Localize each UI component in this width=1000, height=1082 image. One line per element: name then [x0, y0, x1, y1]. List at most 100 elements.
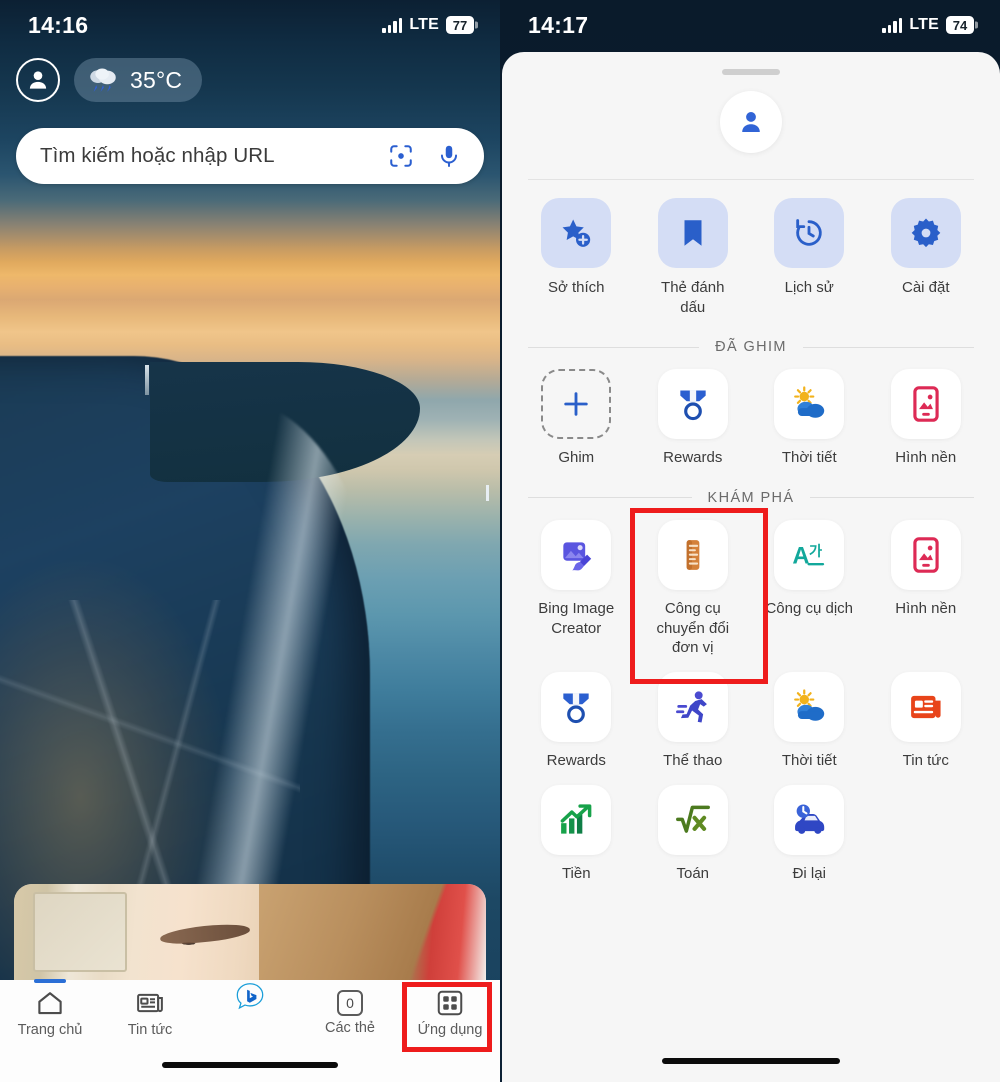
network-label-right: LTE — [909, 16, 939, 33]
app-label: Công cụ chuyển đổi đơn vị — [656, 599, 730, 657]
image-brush-icon — [563, 542, 592, 571]
newspaper-icon — [910, 696, 941, 719]
wallpaper-lighthouse — [145, 365, 149, 395]
tab-home[interactable]: Trang chủ — [0, 979, 100, 1038]
home-indicator-left — [162, 1062, 338, 1068]
search-actions — [388, 143, 462, 169]
battery-indicator-right: 74 — [946, 16, 974, 34]
status-time-right: 14:17 — [528, 11, 589, 38]
gear-icon — [911, 218, 941, 248]
app-rewards-pinned[interactable]: Rewards — [635, 369, 752, 468]
divider-line — [810, 497, 974, 499]
quick-action-interests[interactable]: Sở thích — [518, 198, 635, 317]
divider-line — [528, 346, 700, 348]
dual-screenshot: 14:16 LTE 77 35°C Tìm kiếm hoặc nhập URL… — [0, 0, 1000, 1082]
bottom-tab-bar: Trang chủ Tin tức 0 Các thẻ Ứng dụng — [0, 979, 500, 1082]
tab-news[interactable]: Tin tức — [100, 988, 200, 1038]
medal-icon — [563, 693, 589, 724]
feed-card-hair — [259, 884, 486, 980]
lens-scan-icon[interactable] — [388, 143, 414, 169]
tab-news-label: Tin tức — [127, 1022, 173, 1038]
pinned-apps-row: Ghim Rewards Thời tiết Hình nền — [502, 355, 1000, 468]
app-pin-add[interactable]: Ghim — [518, 369, 635, 468]
app-tile — [657, 519, 728, 590]
app-sports[interactable]: Thể thao — [635, 672, 752, 771]
medal-icon — [680, 390, 706, 421]
status-indicators-right: LTE 74 — [882, 16, 974, 34]
quick-action-label: Thẻ đánh dấu — [661, 279, 725, 316]
quick-actions-row: Sở thích Thẻ đánh dấu Lịch sử Cài đặt — [502, 180, 1000, 317]
app-label: Công cụ dịch — [765, 599, 854, 617]
quick-action-label: Sở thích — [547, 279, 605, 296]
feed-preview-card[interactable] — [14, 884, 486, 980]
weather-pill-button[interactable]: 35°C — [74, 58, 203, 102]
tab-home-label: Trang chủ — [17, 1022, 83, 1038]
person-icon — [29, 71, 47, 89]
profile-avatar-button-right[interactable] — [720, 91, 782, 153]
explore-apps-row-1: Bing Image Creator Công cụ chuyển đổi đơ… — [502, 506, 1000, 658]
section-title: KHÁM PHÁ — [707, 489, 795, 506]
app-tile — [890, 672, 961, 743]
finance-chart-icon — [560, 804, 592, 834]
app-label: Thể thao — [663, 752, 723, 770]
search-input[interactable]: Tìm kiếm hoặc nhập URL — [16, 128, 484, 184]
quick-action-history[interactable]: Lịch sử — [751, 198, 868, 317]
feed-card-panel — [32, 891, 128, 973]
app-wallpaper-explore[interactable]: Hình nền — [868, 519, 985, 658]
app-tile — [541, 672, 612, 743]
tab-tabs[interactable]: 0 Các thẻ — [300, 988, 400, 1036]
app-translator[interactable]: A 가 Công cụ dịch — [751, 519, 868, 658]
sheet-drag-handle[interactable] — [722, 69, 780, 75]
app-finance[interactable]: Tiền — [518, 784, 635, 884]
app-weather-explore[interactable]: Thời tiết — [751, 672, 868, 771]
app-math[interactable]: Toán — [635, 784, 752, 884]
app-unit-converter[interactable]: Công cụ chuyển đổi đơn vị — [635, 519, 752, 658]
quick-action-label: Cài đặt — [901, 279, 950, 296]
app-travel[interactable]: Đi lại — [751, 784, 868, 884]
app-rewards-explore[interactable]: Rewards — [518, 672, 635, 771]
app-tile — [774, 784, 845, 855]
quick-tile — [774, 198, 845, 268]
microphone-icon[interactable] — [436, 143, 462, 169]
svg-text:가: 가 — [809, 543, 822, 560]
app-tile — [774, 369, 845, 439]
app-wallpaper-pinned[interactable]: Hình nền — [868, 369, 985, 468]
app-tile — [890, 519, 961, 590]
home-topbar: 35°C — [16, 58, 203, 102]
tab-bing-chat[interactable] — [200, 983, 300, 1016]
app-label: Ghim — [558, 449, 595, 466]
section-title: ĐÃ GHIM — [715, 339, 787, 355]
profile-avatar-button[interactable] — [16, 58, 60, 102]
app-label: Bing Image Creator — [538, 599, 615, 637]
app-bing-image-creator[interactable]: Bing Image Creator — [518, 519, 635, 658]
app-tile — [541, 369, 612, 439]
app-label: Tiền — [561, 864, 591, 882]
explore-apps-row-2: Rewards Thể thao Thời tiết Tin tức — [502, 658, 1000, 771]
star-plus-icon — [562, 219, 591, 247]
quick-action-bookmarks[interactable]: Thẻ đánh dấu — [635, 198, 752, 317]
app-tile — [657, 784, 728, 855]
history-clock-icon — [796, 219, 822, 246]
bing-chat-icon — [236, 983, 264, 1010]
quick-tile — [890, 198, 961, 268]
app-label: Hình nền — [895, 599, 957, 617]
app-tile — [541, 519, 612, 590]
section-explore-header: KHÁM PHÁ — [528, 490, 974, 506]
app-tile — [657, 672, 728, 743]
quick-action-settings[interactable]: Cài đặt — [868, 198, 985, 317]
sun-cloud-icon — [794, 689, 825, 721]
app-weather-pinned[interactable]: Thời tiết — [751, 369, 868, 468]
bookmark-icon — [684, 220, 702, 246]
wallpaper-phone-icon — [913, 386, 939, 422]
active-tab-indicator — [34, 979, 66, 983]
quick-tile — [657, 198, 728, 268]
app-news-explore[interactable]: Tin tức — [868, 672, 985, 771]
battery-indicator: 77 — [446, 16, 474, 34]
apps-bottom-sheet: Sở thích Thẻ đánh dấu Lịch sử Cài đặt ĐÃ… — [502, 52, 1000, 1082]
signal-bars-icon — [882, 17, 903, 33]
app-label: Thời tiết — [781, 752, 837, 770]
app-label: Rewards — [546, 752, 606, 770]
divider-line — [528, 497, 692, 499]
quick-tile — [541, 198, 612, 268]
translate-icon: A 가 — [793, 543, 825, 570]
